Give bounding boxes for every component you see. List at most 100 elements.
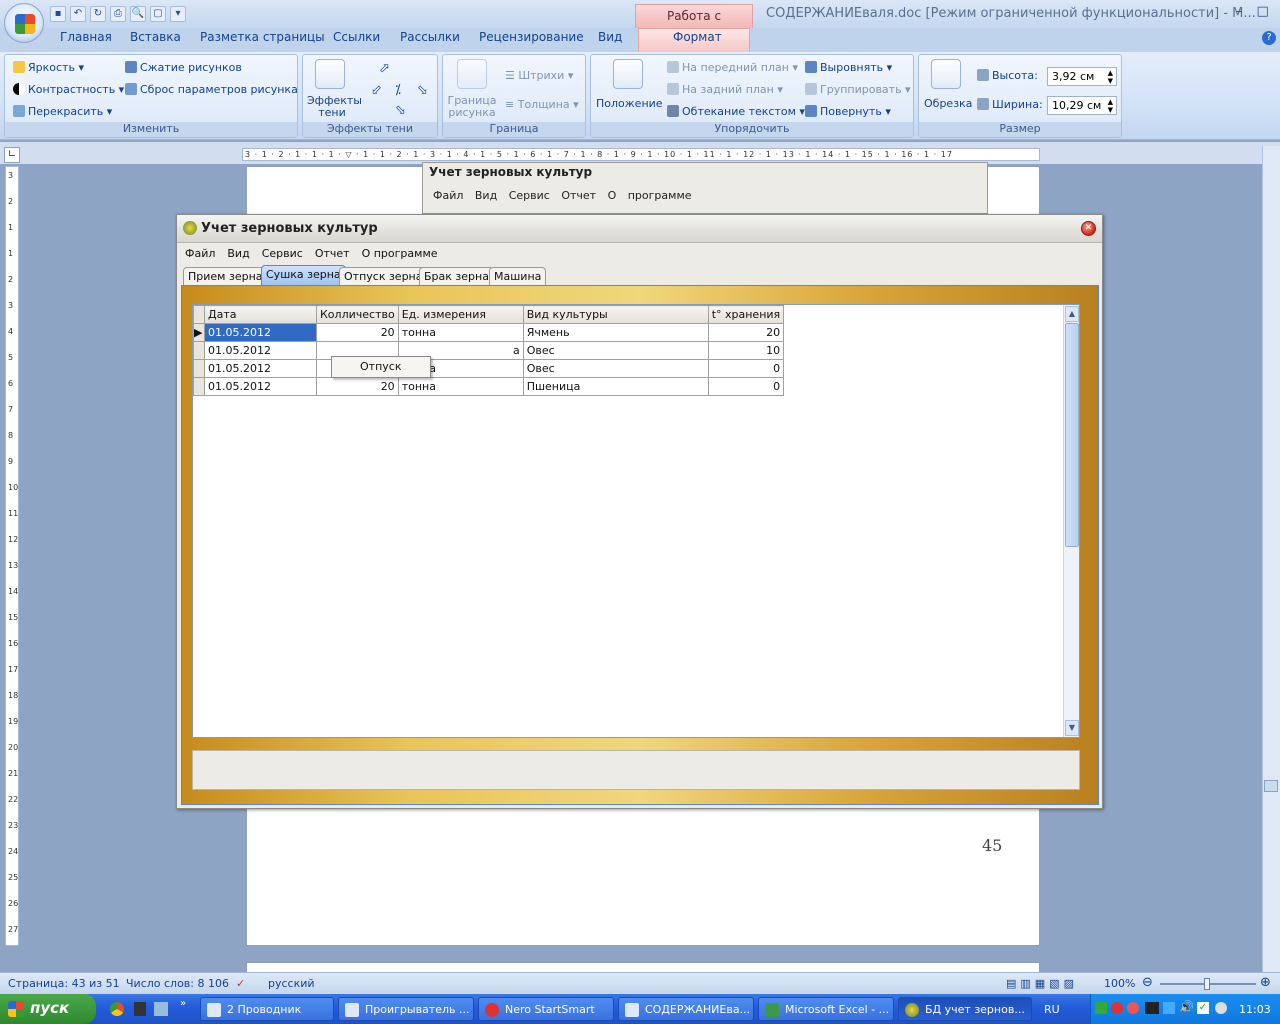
maximize-button[interactable]: □ [1257,4,1269,19]
height-input[interactable]: 3,92 см ▲ ▼ [1047,67,1117,86]
app-close-button[interactable]: ✕ [1081,221,1096,236]
row-header[interactable] [193,341,205,360]
col-crop[interactable]: Вид культуры [522,305,709,324]
cell-crop[interactable]: Овес [522,359,709,378]
zoom-out-icon[interactable]: ⊖ [1142,975,1153,990]
nudge-shadow-up-icon[interactable]: ⬀ [379,61,390,76]
group-objects-button[interactable]: Группировать ▾ [805,83,911,96]
text-wrapping-button[interactable]: Обтекание текстом ▾ [667,105,805,118]
tray-bluetooth-icon[interactable] [1163,1002,1175,1014]
spellcheck-icon[interactable]: ✓ [236,977,245,990]
tray-monitor-icon[interactable] [1145,1002,1159,1014]
table-row[interactable]: 01.05.2012 10 тонна Овес 0 [193,359,785,378]
picture-border-button[interactable]: Граница рисунка [447,95,497,119]
tray-app-icon[interactable] [1127,1002,1139,1014]
tab-page-layout[interactable]: Разметка страницы [200,30,325,44]
cell-unit[interactable]: тонна [397,323,524,342]
menu-about[interactable]: О программе [362,247,438,260]
tab-receive-grain[interactable]: Прием зерна [183,267,268,285]
input-language[interactable]: RU [1044,1003,1060,1016]
cell-date[interactable]: 01.05.2012 [204,341,317,360]
weight-button[interactable]: ≡ Толщина ▾ [505,98,579,111]
cell-crop[interactable]: Пшеница [522,377,709,396]
position-icon[interactable] [613,59,643,89]
shadow-effects-icon[interactable] [315,59,345,89]
cell-unit[interactable]: тонна [397,377,524,396]
tab-selector-icon[interactable]: ∟ [4,147,20,163]
tray-antivirus-icon[interactable] [1111,1002,1123,1014]
tab-mailings[interactable]: Рассылки [400,30,460,44]
undo-icon[interactable]: ↶ [70,6,86,22]
tab-format[interactable]: Формат [673,30,722,44]
tab-references[interactable]: Ссылки [333,30,380,44]
page-count[interactable]: Страница: 43 из 51 [8,977,120,990]
tab-vehicle[interactable]: Машина [489,267,547,285]
scroll-up-icon[interactable]: ▲ [1065,306,1079,322]
cell-date[interactable]: 01.05.2012 [204,377,317,396]
compress-pictures-button[interactable]: Сжатие рисунков [125,61,242,74]
customize-qat-icon[interactable]: ▾ [170,6,186,22]
taskbar-nero[interactable]: Nero StartSmart [478,997,614,1021]
grid-scrollbar-thumb[interactable] [1065,323,1079,547]
width-input[interactable]: 10,29 см ▲ ▼ [1047,96,1117,115]
taskbar-player[interactable]: Проигрыватель ... [338,997,474,1021]
nudge-shadow-left-icon[interactable]: ⬃ [371,83,382,98]
col-date[interactable]: Дата [204,305,317,324]
clock[interactable]: 11:03 [1239,1003,1271,1016]
language[interactable]: русский [268,977,315,990]
tab-insert[interactable]: Вставка [130,30,181,44]
grid-scrollbar[interactable]: ▲ ▼ [1063,305,1079,737]
col-unit[interactable]: Ед. измерения [397,305,524,324]
quicklaunch-expand-icon[interactable]: » [180,998,186,1009]
taskbar-grain-db[interactable]: БД учет зернов... [898,997,1032,1021]
view-buttons[interactable]: ▤▥▦▧▨ [1006,977,1078,990]
cell-crop[interactable]: Овес [522,341,709,360]
row-header[interactable] [193,359,205,378]
nudge-shadow-right-icon[interactable]: ⬂ [417,83,428,98]
context-menu-item-release[interactable]: Отпуск [360,360,401,373]
tab-home[interactable]: Главная [60,30,112,44]
document-scrollbar[interactable] [1262,146,1280,972]
menu-report[interactable]: Отчет [315,247,350,260]
width-spin-icon[interactable]: ▲ ▼ [1108,98,1113,114]
tab-dry-grain[interactable]: Сушка зерна [261,265,346,285]
start-button[interactable]: пуск [0,994,96,1024]
recolor-button[interactable]: Перекрасить ▾ [13,105,112,118]
quicklaunch-icon[interactable] [134,1002,146,1016]
cell-storage-temp[interactable]: 20 [707,323,785,342]
menu-file[interactable]: Файл [185,247,215,260]
cell-storage-temp[interactable]: 0 [707,377,785,396]
cell-date[interactable]: 01.05.2012 [204,323,317,342]
tray-network-icon[interactable] [1095,1002,1107,1014]
table-row[interactable]: 01.05.2012 а Овес 10 [193,341,785,360]
dashes-button[interactable]: ☰ Штрихи ▾ [505,69,573,82]
cell-storage-temp[interactable]: 10 [707,341,785,360]
reset-picture-button[interactable]: Сброс параметров рисунка [125,83,298,96]
tray-check-icon[interactable]: ✓ [1197,1002,1209,1014]
nudge-shadow-down-icon[interactable]: ⬂ [395,103,406,118]
cell-storage-temp[interactable]: 0 [707,359,785,378]
taskbar-excel[interactable]: Microsoft Excel - ... [758,997,894,1021]
cell-date[interactable]: 01.05.2012 [204,359,317,378]
tray-wifi-icon[interactable] [1215,1002,1227,1014]
office-button[interactable] [4,3,44,43]
scroll-down-icon[interactable]: ▼ [1065,720,1079,736]
zoom-in-icon[interactable]: ⊕ [1260,975,1271,990]
tab-release-grain[interactable]: Отпуск зерна [339,267,428,285]
bring-to-front-button[interactable]: На передний план ▾ [667,61,798,74]
print-preview-icon[interactable]: 🔍 [130,6,146,22]
zoom-slider-thumb[interactable] [1204,978,1210,990]
data-grid[interactable]: Дата Колличество Ед. измерения Вид культ… [192,304,1080,738]
new-document-icon[interactable]: ▢ [150,6,166,22]
position-button[interactable]: Положение [596,97,663,110]
vertical-ruler[interactable]: 3 2 1 1 2 3 4 5 6 7 8 9 10 11 12 13 14 15 16 17 18 19 20 21 22 23… [5,166,19,946]
row-selector-icon[interactable]: ▶ [193,323,205,342]
table-row[interactable]: 01.05.2012 20 тонна Пшеница 0 [193,377,785,396]
chrome-icon[interactable] [110,1002,124,1016]
col-quantity[interactable]: Колличество [316,305,399,324]
embedded-app-screenshot[interactable]: Учет зерновых культур Файл Вид Сервис От… [422,162,988,214]
document-scrollbar-thumb[interactable] [1264,780,1278,792]
save-icon[interactable]: ▪ [50,6,66,22]
app-title-bar[interactable]: Учет зерновых культур ✕ [177,215,1102,243]
taskbar-explorer[interactable]: 2 Проводник [200,997,334,1021]
